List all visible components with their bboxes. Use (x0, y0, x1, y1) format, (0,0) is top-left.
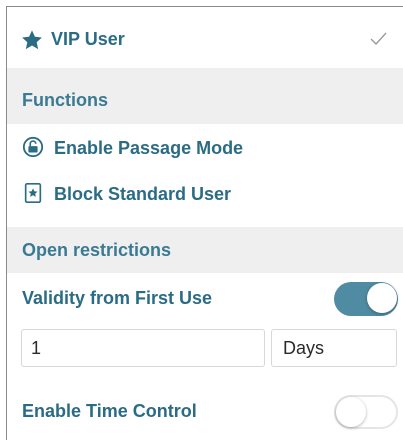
block-standard-user-item[interactable]: Block Standard User (7, 169, 403, 219)
star-badge-icon (24, 183, 42, 203)
open-restrictions-header-label: Open restrictions (22, 239, 172, 260)
star-icon (22, 30, 42, 50)
vip-user-label: VIP User (51, 29, 125, 49)
toggle-knob (336, 397, 366, 427)
time-control-toggle[interactable] (334, 395, 398, 429)
permissions-panel: VIP User Functions Enable Passage Mode B… (6, 6, 403, 440)
duration-inputs-row: Days (7, 329, 403, 373)
enable-time-control-label: Enable Time Control (22, 401, 197, 421)
duration-value-input[interactable] (21, 329, 265, 367)
checkmark-icon (370, 32, 387, 45)
functions-section-header: Functions (7, 68, 403, 124)
duration-unit-select[interactable]: Days (271, 329, 397, 367)
validity-from-first-use-label: Validity from First Use (22, 288, 213, 308)
validity-from-first-use-row: Validity from First Use (7, 273, 403, 325)
block-standard-user-label: Block Standard User (54, 184, 232, 204)
enable-passage-mode-item[interactable]: Enable Passage Mode (7, 125, 403, 169)
lock-circle-icon (22, 136, 44, 158)
toggle-knob (367, 283, 397, 313)
enable-passage-mode-label: Enable Passage Mode (54, 138, 244, 158)
functions-header-label: Functions (22, 89, 108, 110)
open-restrictions-section-header: Open restrictions (7, 227, 403, 273)
duration-unit-label: Days (283, 337, 325, 358)
enable-time-control-row: Enable Time Control (7, 385, 403, 437)
validity-toggle[interactable] (334, 282, 398, 316)
vip-user-row[interactable]: VIP User (7, 11, 403, 67)
